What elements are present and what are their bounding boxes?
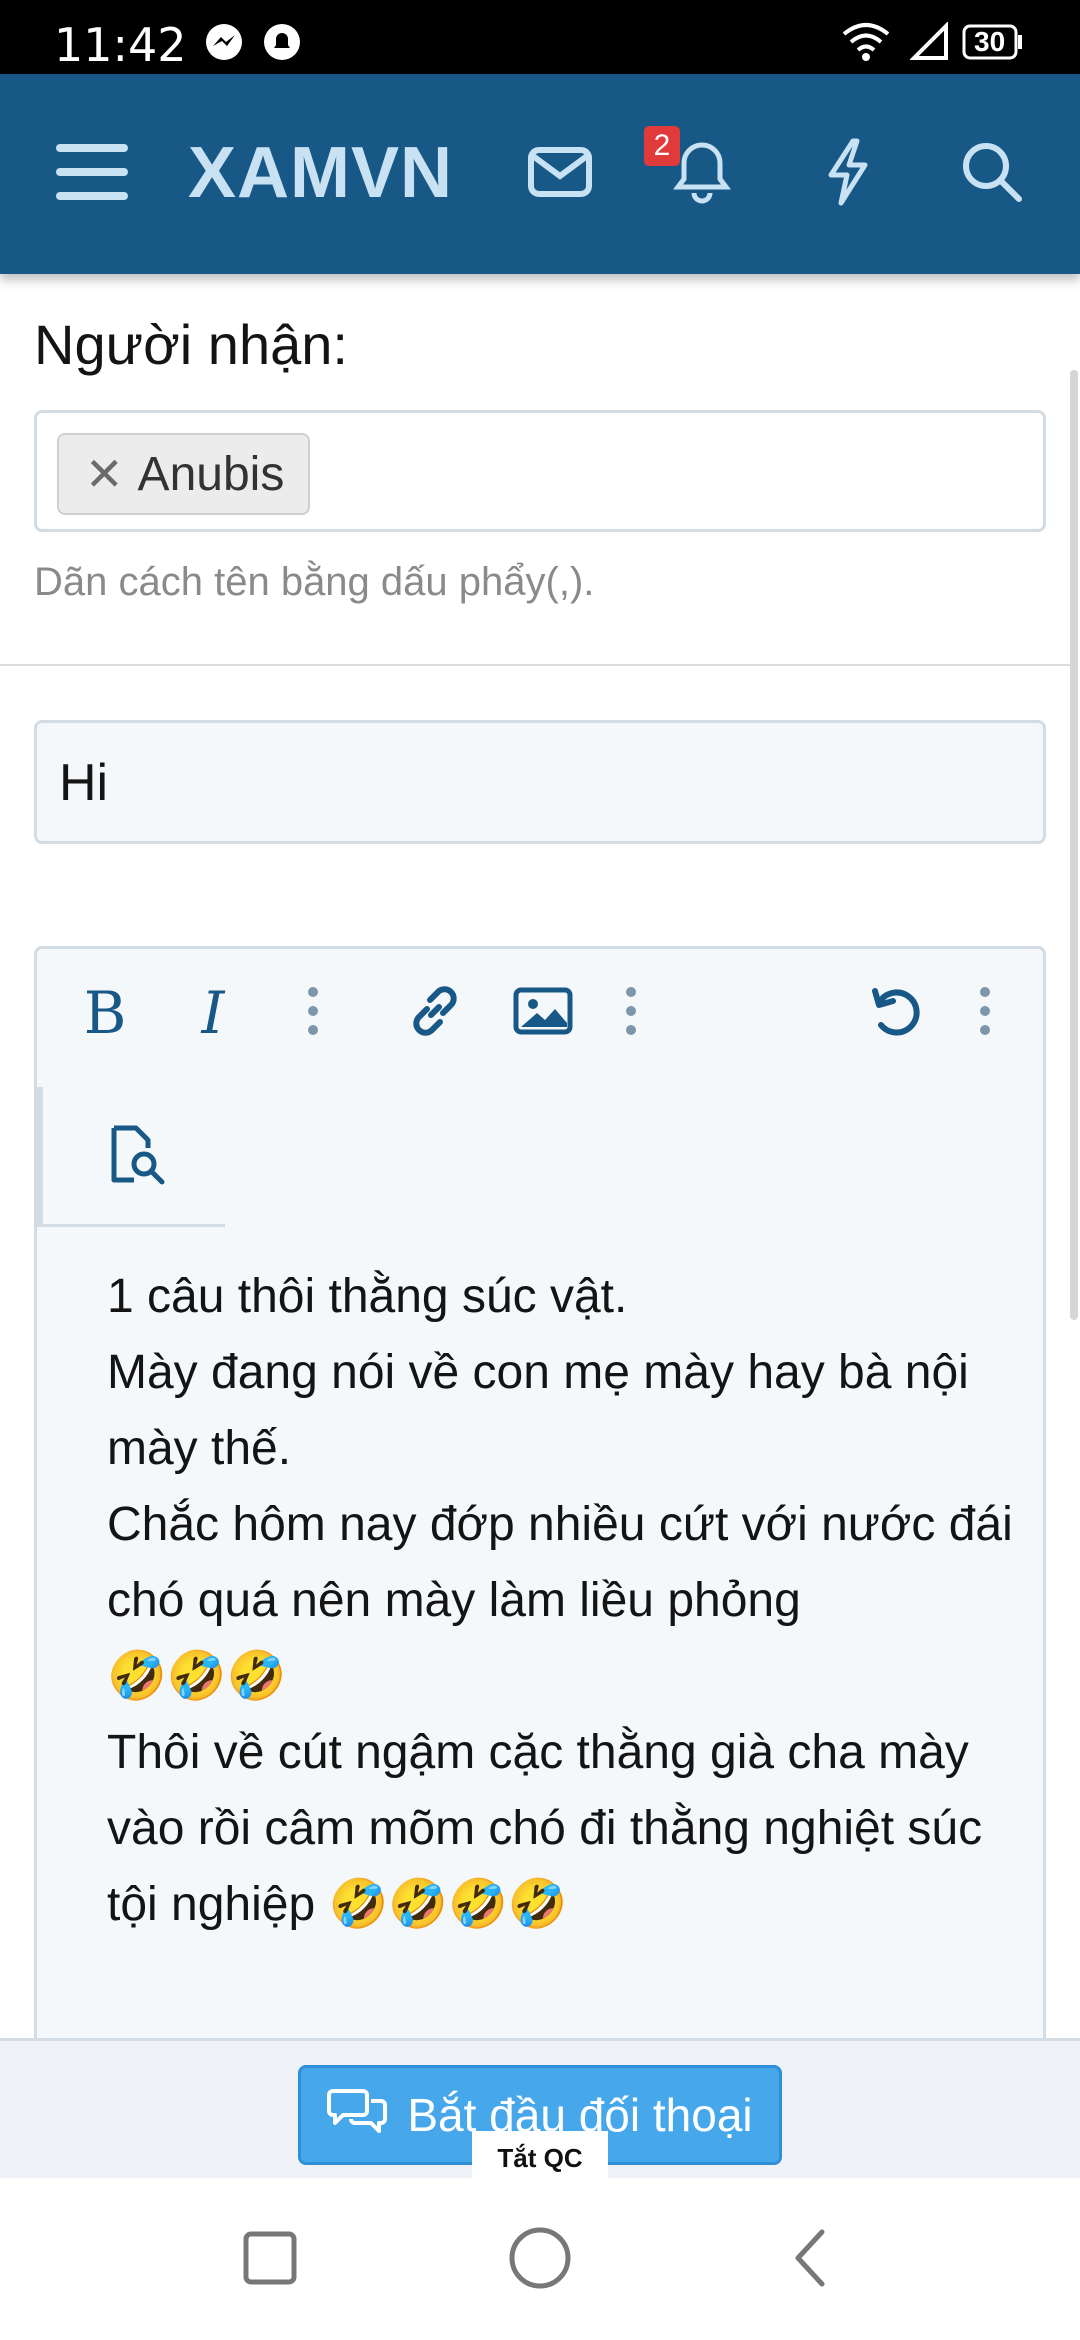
image-icon [513, 987, 573, 1040]
menu-icon [54, 140, 130, 209]
recipients-input[interactable]: ✕ Anubis [34, 410, 1046, 532]
more-options-icon [625, 986, 637, 1041]
search-button[interactable] [942, 124, 1042, 224]
recent-apps-button[interactable] [230, 2220, 310, 2300]
back-icon [790, 2228, 830, 2293]
battery-level: 30 [974, 26, 1006, 57]
bell-icon [672, 139, 732, 210]
undo-icon [865, 981, 925, 1046]
divider [0, 664, 1070, 666]
recent-apps-icon [242, 2230, 298, 2291]
notification-app-icon [262, 22, 302, 67]
messenger-icon [204, 22, 244, 67]
more-insert-options-button[interactable] [611, 973, 651, 1053]
undo-button[interactable] [855, 973, 935, 1053]
recipients-hint: Dãn cách tên bằng dấu phẩy(,). [34, 560, 595, 604]
wifi-icon [840, 20, 892, 67]
preview-icon [106, 1124, 168, 1191]
system-nav-bar [0, 2180, 1080, 2340]
image-button[interactable] [503, 973, 583, 1053]
remove-recipient-icon[interactable]: ✕ [85, 447, 124, 501]
more-options-icon [307, 986, 319, 1041]
search-icon [959, 139, 1025, 210]
whats-new-button[interactable] [798, 124, 898, 224]
more-editor-options-button[interactable] [965, 973, 1005, 1053]
bold-icon: B [83, 979, 127, 1047]
preview-button[interactable] [97, 1117, 177, 1197]
signal-icon [909, 21, 950, 67]
home-icon [508, 2226, 572, 2295]
scrollbar[interactable] [1070, 370, 1078, 1320]
action-bar: Bắt đầu đối thoại Tắt QC [0, 2038, 1080, 2185]
italic-button[interactable]: I [173, 973, 253, 1053]
notification-badge: 2 [644, 126, 680, 166]
inbox-button[interactable] [510, 124, 610, 224]
more-options-icon [979, 986, 991, 1041]
recipient-token[interactable]: ✕ Anubis [57, 433, 311, 515]
conversation-title-input[interactable]: Hi [34, 720, 1046, 844]
link-icon [405, 981, 465, 1046]
italic-icon: I [201, 979, 225, 1047]
home-button[interactable] [500, 2220, 580, 2300]
status-time: 11:42 [54, 18, 187, 72]
app-header: XAMVN 2 [0, 74, 1080, 274]
link-button[interactable] [395, 973, 475, 1053]
recipient-name: Anubis [137, 447, 285, 501]
bolt-icon [823, 137, 873, 212]
more-text-options-button[interactable] [293, 973, 333, 1053]
site-logo[interactable]: XAMVN [188, 132, 453, 214]
menu-button[interactable] [42, 124, 142, 224]
message-body[interactable]: 1 câu thôi thằng súc vật. Mày đang nói v… [107, 1259, 1027, 1943]
recipients-label: Người nhận: [34, 313, 348, 376]
message-editor[interactable]: B I 1 câu thôi thằng súc vật. Mày đang n… [34, 946, 1046, 2046]
preview-toolbar-group [37, 1087, 225, 1227]
bold-button[interactable]: B [65, 973, 145, 1053]
back-button[interactable] [770, 2220, 850, 2300]
status-bar: 11:42 30 [0, 0, 1080, 74]
conversation-icon [327, 2085, 388, 2146]
hide-ads-button[interactable]: Tắt QC [472, 2131, 608, 2185]
mail-icon [527, 146, 593, 203]
